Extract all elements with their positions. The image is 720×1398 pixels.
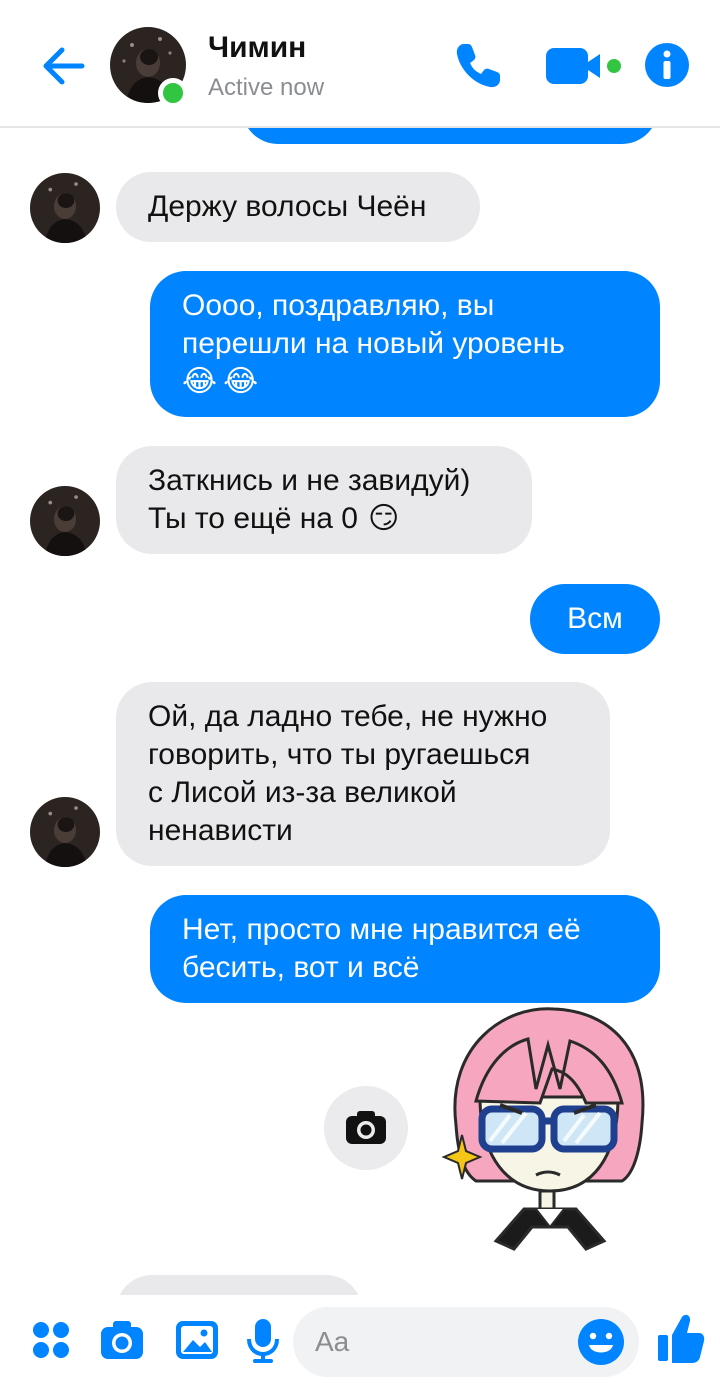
- message-composer: [0, 1295, 720, 1398]
- message-text: ненависти: [148, 814, 293, 847]
- apps-grid-icon[interactable]: [26, 1315, 76, 1365]
- chat-header: Чимин Active now: [0, 0, 720, 128]
- message-text-line: Ты то ещё на 0: [148, 502, 358, 535]
- message-text: Нет, просто мне нравится её: [182, 913, 581, 946]
- back-arrow-icon[interactable]: [34, 36, 94, 96]
- contact-status: Active now: [208, 74, 325, 101]
- laughing-emoji-icon: 😂: [182, 365, 218, 398]
- gallery-icon[interactable]: [172, 1315, 222, 1365]
- message-bubble-incoming[interactable]: Ой, да ладно тебе, не нужно говорить, чт…: [116, 682, 610, 866]
- message-bubble-outgoing[interactable]: Всм: [530, 584, 660, 654]
- message-bubble-outgoing[interactable]: Нет, просто мне нравится её бесить, вот …: [150, 895, 660, 1003]
- message-text: Заткнись и не завидуй): [148, 464, 471, 497]
- message-text: Ой, да ладно тебе, не нужно: [148, 700, 548, 733]
- contact-name[interactable]: Чимин: [208, 31, 306, 65]
- video-camera-icon[interactable]: [542, 40, 626, 92]
- message-bubble-incoming[interactable]: Держу волосы Чеён: [116, 172, 480, 242]
- phone-icon[interactable]: [448, 36, 508, 96]
- laughing-emoji-icon: 😂: [223, 365, 259, 398]
- message-text: перешли на новый уровень: [182, 327, 565, 360]
- message-text: говорить, что ты ругаешься: [148, 738, 531, 771]
- info-icon[interactable]: [642, 40, 692, 90]
- emoji-icon[interactable]: [576, 1317, 626, 1367]
- message-text: Всм: [567, 602, 623, 635]
- sender-avatar: [30, 797, 100, 867]
- sender-avatar: [30, 173, 100, 243]
- save-sticker-camera-button[interactable]: [324, 1086, 408, 1170]
- message-text: Ты то ещё на 0 😏: [148, 500, 500, 538]
- smirk-emoji-icon: 😏: [368, 502, 400, 535]
- messenger-chat: Чимин Active now Держу волосы Чеён Оооо,…: [0, 0, 720, 1398]
- camera-icon: [346, 1111, 386, 1144]
- message-bubble-incoming[interactable]: Заткнись и не завидуй) Ты то ещё на 0 😏: [116, 446, 532, 554]
- thumbs-up-icon[interactable]: [654, 1311, 706, 1367]
- message-text: бесить, вот и всё: [182, 951, 420, 984]
- message-text: Оооо, поздравляю, вы: [182, 289, 495, 322]
- message-bubble-outgoing[interactable]: Оооо, поздравляю, вы перешли на новый ур…: [150, 271, 660, 417]
- message-text: с Лисой из-за великой: [148, 776, 457, 809]
- message-text: Держу волосы Чеён: [148, 190, 427, 223]
- microphone-icon[interactable]: [238, 1315, 288, 1365]
- message-input[interactable]: [315, 1307, 565, 1377]
- message-input-container[interactable]: [293, 1307, 639, 1377]
- online-status-dot: [158, 78, 188, 108]
- sticker-girl-sunglasses[interactable]: [436, 1005, 664, 1255]
- camera-icon[interactable]: [97, 1315, 147, 1365]
- sender-avatar: [30, 486, 100, 556]
